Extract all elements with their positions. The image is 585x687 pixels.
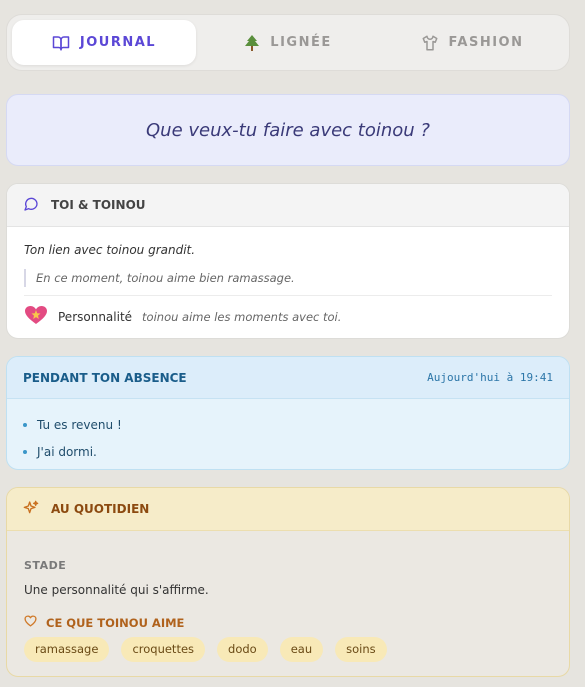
divider — [24, 295, 552, 296]
sparkles-icon — [23, 500, 39, 519]
bullet — [23, 449, 27, 454]
heart-sparkle-icon — [24, 305, 48, 329]
daily-card-header: AU QUOTIDIEN — [7, 488, 569, 531]
tab-fashion-label: FASHION — [448, 35, 524, 50]
list-item-text: J'ai dormi. — [37, 444, 97, 459]
like-chip[interactable]: soins — [335, 637, 387, 662]
absence-title: PENDANT TON ABSENCE — [23, 370, 187, 385]
shirt-icon — [421, 34, 439, 52]
relationship-card-header: TOI & TOINOU — [7, 184, 569, 227]
daily-title: AU QUOTIDIEN — [51, 502, 150, 516]
book-icon — [52, 34, 70, 52]
list-item: Tu es revenu ! — [23, 411, 553, 438]
bullet — [23, 422, 27, 427]
bond-status-text: Ton lien avec toinou grandit. — [24, 243, 196, 257]
absence-card: PENDANT TON ABSENCE Aujourd'hui à 19:41 … — [6, 356, 570, 470]
tab-lignee-label: LIGNÉE — [270, 35, 332, 50]
list-item-text: Tu es revenu ! — [37, 417, 122, 432]
prompt-banner: Que veux-tu faire avec toinou ? — [6, 94, 570, 166]
absence-list: Tu es revenu ! J'ai dormi. — [7, 399, 569, 465]
current-preference-quote: En ce moment, toinou aime bien ramassage… — [24, 269, 552, 287]
tree-icon — [244, 34, 260, 52]
personality-text: toinou aime les moments avec toi. — [142, 310, 342, 324]
stage-text: Une personnalité qui s'affirme. — [24, 583, 209, 597]
like-chip[interactable]: croquettes — [121, 637, 206, 662]
tab-lignee[interactable]: LIGNÉE — [196, 20, 380, 65]
list-item: J'ai dormi. — [23, 438, 553, 465]
personality-label: Personnalité — [58, 310, 133, 324]
likes-title: CE QUE TOINOU AIME — [46, 615, 185, 630]
stage-label: STADE — [24, 559, 67, 572]
relationship-card: TOI & TOINOU Ton lien avec toinou grandi… — [6, 183, 570, 339]
tab-journal[interactable]: JOURNAL — [12, 20, 196, 65]
tab-journal-label: JOURNAL — [79, 35, 157, 50]
like-chip[interactable]: dodo — [217, 637, 268, 662]
tab-fashion[interactable]: FASHION — [380, 20, 564, 65]
like-chip[interactable]: eau — [279, 637, 324, 662]
like-chip[interactable]: ramassage — [24, 637, 110, 662]
absence-card-header: PENDANT TON ABSENCE Aujourd'hui à 19:41 — [7, 357, 569, 399]
personality-row: Personnalité toinou aime les moments ave… — [24, 305, 552, 329]
likes-header: CE QUE TOINOU AIME — [24, 615, 552, 630]
tab-bar: JOURNAL LIGNÉE FASHION — [6, 14, 570, 71]
likes-chips: ramassage croquettes dodo eau soins — [24, 637, 552, 662]
daily-card: AU QUOTIDIEN STADE Une personnalité qui … — [6, 487, 570, 677]
relationship-title: TOI & TOINOU — [51, 198, 146, 212]
heart-outline-icon — [24, 615, 37, 630]
chat-bubble-icon — [23, 196, 39, 215]
absence-timestamp: Aujourd'hui à 19:41 — [427, 371, 553, 384]
